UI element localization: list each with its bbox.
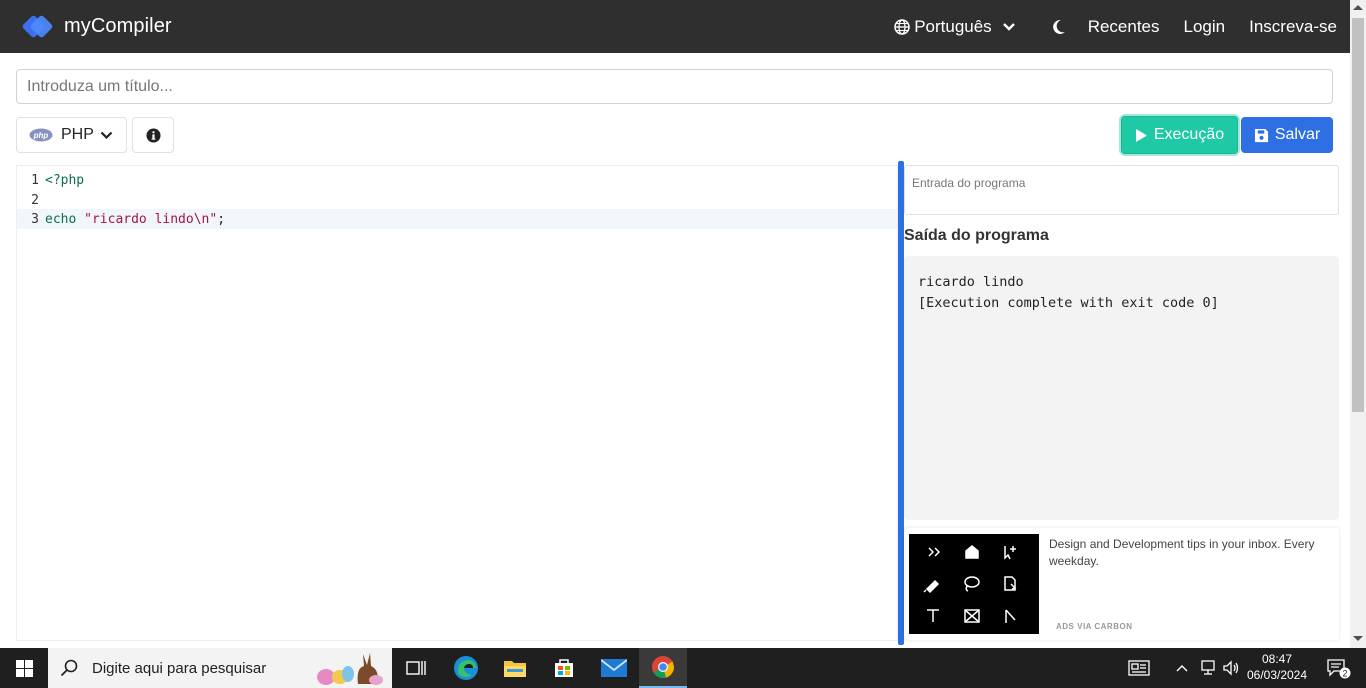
title-input[interactable] (16, 69, 1333, 104)
code-keyword: echo (45, 211, 77, 227)
svg-text:php: php (33, 131, 49, 140)
floppy-disk-icon (1254, 128, 1269, 143)
task-view-icon[interactable] (392, 648, 440, 688)
line-number: 1 (31, 172, 39, 188)
taskbar-clock[interactable]: 08:47 06/03/2024 (1244, 651, 1310, 683)
dark-mode-toggle[interactable] (1052, 19, 1066, 35)
php-logo-icon: php (29, 128, 53, 142)
news-widget-icon[interactable] (1124, 648, 1154, 688)
login-link[interactable]: Login (1184, 17, 1226, 37)
output-console: ricardo lindo [Execution complete with e… (904, 256, 1339, 520)
file-explorer-icon[interactable] (491, 648, 539, 688)
code-line-active: 3 echo "ricardo lindo\n" ; (17, 209, 897, 229)
save-button-label: Salvar (1274, 126, 1321, 143)
ad-image[interactable] (909, 534, 1039, 634)
info-button[interactable] (132, 117, 174, 153)
language-select-label: PHP (61, 126, 94, 143)
code-string: "ricardo lindo\n" (84, 211, 218, 227)
ad-text[interactable]: Design and Development tips in your inbo… (1049, 536, 1334, 570)
mail-icon[interactable] (590, 648, 638, 688)
language-select[interactable]: php PHP (16, 117, 127, 153)
start-button[interactable] (0, 648, 48, 688)
ad-tool-icons (923, 545, 1017, 623)
info-icon (145, 127, 161, 143)
code-semicolon: ; (217, 211, 226, 227)
code-line: 1 <?php (17, 170, 897, 190)
moon-icon (1052, 19, 1066, 35)
line-number: 3 (31, 211, 39, 227)
run-button-label: Execução (1153, 126, 1225, 143)
windows-taskbar: Digite aqui para pesquisar 08:47 06/03/2… (0, 648, 1366, 688)
scrollbar-thumb[interactable] (1352, 18, 1364, 412)
language-dropdown[interactable]: Português (894, 17, 1016, 37)
page-scrollbar[interactable] (1350, 0, 1366, 648)
chevron-down-icon (1002, 22, 1016, 32)
output-line: [Execution complete with exit code 0] (918, 295, 1219, 311)
clock-date: 06/03/2024 (1246, 668, 1308, 682)
recent-link[interactable]: Recentes (1088, 17, 1160, 37)
run-button[interactable]: Execução (1121, 116, 1238, 154)
scroll-up-icon[interactable] (1353, 5, 1363, 10)
chevron-down-icon (100, 131, 113, 140)
globe-icon (894, 18, 910, 35)
mycompiler-logo-icon (22, 13, 54, 41)
brand-link[interactable]: myCompiler (22, 13, 172, 41)
notification-count: 2 (1342, 669, 1347, 679)
program-input-field[interactable] (904, 165, 1339, 215)
search-placeholder: Digite aqui para pesquisar (92, 659, 267, 677)
save-button[interactable]: Salvar (1241, 117, 1333, 153)
code-text: <?php (45, 172, 85, 188)
line-number: 2 (31, 192, 39, 208)
notification-center-icon[interactable]: 2 (1318, 648, 1358, 688)
easter-eggs-icon (314, 650, 386, 686)
search-icon (60, 659, 78, 677)
language-label: Português (914, 16, 992, 36)
output-line: ricardo lindo (918, 274, 1024, 290)
microsoft-store-icon[interactable] (540, 648, 588, 688)
windows-logo-icon (15, 659, 33, 677)
top-navbar: myCompiler Português Recentes Login Insc… (0, 0, 1350, 53)
network-icon[interactable] (1197, 648, 1219, 688)
chevron-up-icon[interactable] (1174, 648, 1190, 688)
chrome-browser-icon[interactable] (639, 648, 687, 688)
carbon-ad[interactable]: Design and Development tips in your inbo… (904, 528, 1339, 640)
clock-time: 08:47 (1261, 652, 1293, 666)
taskbar-search[interactable]: Digite aqui para pesquisar (48, 648, 392, 688)
ad-via-carbon[interactable]: ADS VIA CARBON (1056, 622, 1132, 631)
edge-browser-icon[interactable] (442, 648, 490, 688)
code-editor[interactable]: 1 <?php 2 3 echo "ricardo lindo\n" ; (16, 165, 898, 641)
scroll-down-icon[interactable] (1353, 636, 1363, 641)
signup-link[interactable]: Inscreva-se (1249, 17, 1337, 37)
play-icon (1135, 128, 1148, 143)
output-heading: Saída do programa (904, 227, 1049, 244)
brand-name: myCompiler (64, 15, 172, 37)
code-line: 2 (17, 190, 897, 210)
volume-icon[interactable] (1220, 648, 1242, 688)
